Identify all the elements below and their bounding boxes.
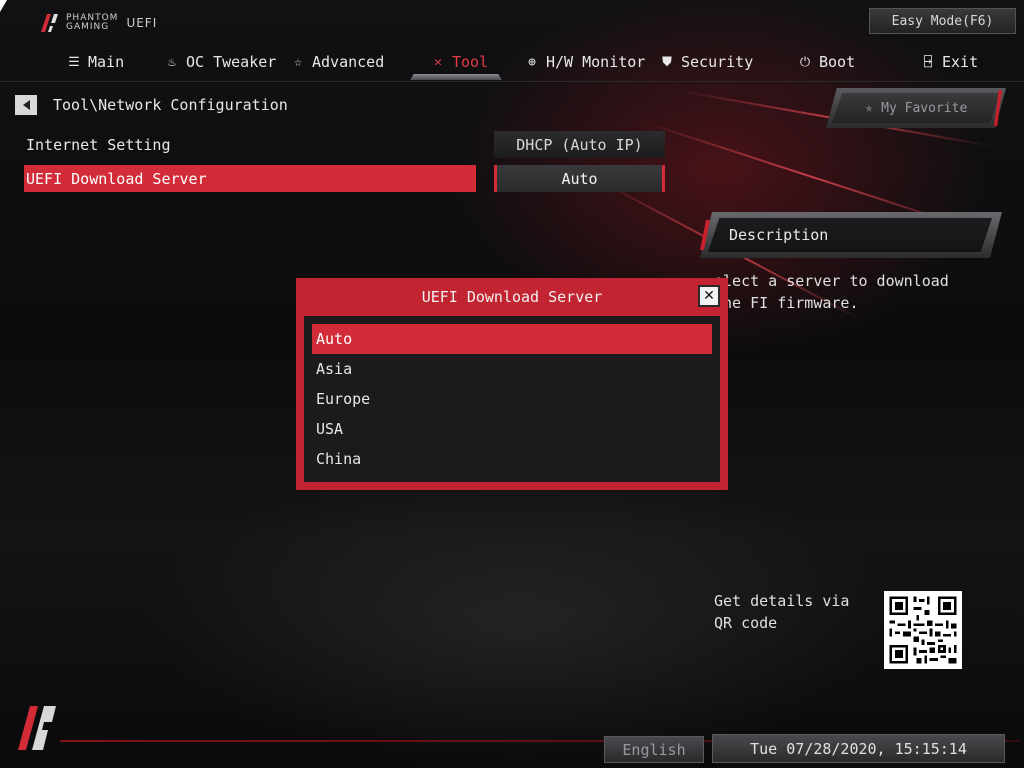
close-icon[interactable]: ✕ [698, 285, 720, 307]
favorite-star-icon: ★ [864, 100, 874, 116]
option-europe[interactable]: Europe [312, 384, 712, 414]
datetime-display: Tue 07/28/2020, 15:15:14 [712, 734, 1005, 763]
tab-oc-tweaker[interactable]: ♨ OC Tweaker [164, 48, 276, 76]
dialog-title: UEFI Download Server [421, 288, 603, 306]
tab-boot[interactable]: ⏻ Boot [797, 48, 855, 76]
tab-advanced[interactable]: ☆ Advanced [290, 48, 384, 76]
option-usa[interactable]: USA [312, 414, 712, 444]
list-icon: ☰ [68, 54, 80, 70]
back-button[interactable] [15, 95, 37, 115]
easy-mode-button[interactable]: Easy Mode(F6) [869, 8, 1016, 34]
power-icon: ⏻ [799, 54, 811, 70]
option-china[interactable]: China [312, 444, 712, 474]
dialog-body: Auto Asia Europe USA China [304, 316, 720, 482]
setting-value-internet-setting[interactable]: DHCP (Auto IP) [494, 131, 665, 158]
description-text: elect a server to download the FI firmwa… [714, 272, 949, 312]
brand-logo: PHANTOM GAMING UEFI [38, 12, 157, 34]
brand-product: UEFI [126, 16, 158, 30]
description-header: Description [700, 212, 1002, 258]
favorite-label: ★ My Favorite [864, 100, 968, 116]
language-button[interactable]: English [604, 736, 704, 763]
mouse-cursor [0, 0, 7, 12]
setting-row-uefi-download-server[interactable]: UEFI Download Server [24, 165, 476, 192]
phantom-gaming-logo-icon [41, 14, 58, 32]
my-favorite-button[interactable]: ★ My Favorite [826, 88, 1006, 128]
setting-label: UEFI Download Server [26, 169, 207, 188]
qr-caption: Get details via QR code [714, 592, 850, 632]
uefi-download-server-dialog: UEFI Download Server ✕ Auto Asia Europe … [296, 278, 728, 490]
back-arrow-icon [22, 100, 30, 110]
brand-name: PHANTOM GAMING [66, 13, 119, 32]
star-icon: ☆ [294, 54, 302, 70]
qr-code-icon [884, 591, 962, 669]
rocket-icon: ♨ [168, 54, 176, 70]
tab-security[interactable]: ⛊ Security [659, 48, 753, 76]
exit-icon: ⍈ [924, 54, 932, 70]
tab-main[interactable]: ☰ Main [66, 48, 124, 76]
setting-label: Internet Setting [26, 135, 171, 154]
tab-tool[interactable]: ✕ Tool [430, 48, 488, 76]
tab-exit[interactable]: ⍈ Exit [920, 48, 978, 76]
main-nav: ☰ Main ♨ OC Tweaker ☆ Advanced ✕ Tool ⊕ … [0, 48, 1024, 82]
setting-row-internet-setting[interactable]: Internet Setting [24, 131, 476, 158]
crosshair-icon: ⊕ [528, 54, 536, 70]
tools-icon: ✕ [434, 54, 442, 70]
tab-hw-monitor[interactable]: ⊕ H/W Monitor [524, 48, 645, 76]
setting-value-uefi-download-server[interactable]: Auto [494, 165, 665, 192]
nav-divider [0, 81, 1024, 82]
option-asia[interactable]: Asia [312, 354, 712, 384]
option-auto[interactable]: Auto [312, 324, 712, 354]
active-tab-indicator [410, 74, 502, 80]
description-title: Description [729, 226, 829, 244]
shield-icon: ⛊ [662, 54, 672, 70]
breadcrumb: Tool\Network Configuration [53, 96, 288, 114]
